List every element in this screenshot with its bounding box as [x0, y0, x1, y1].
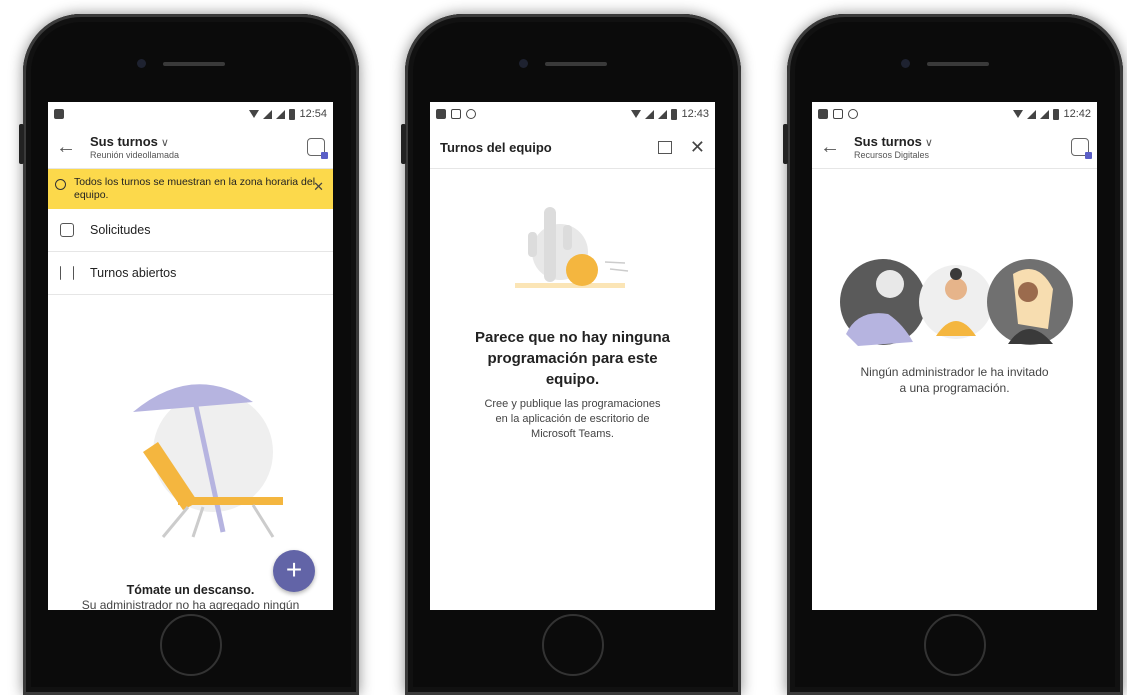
- facebook-icon: [818, 109, 828, 119]
- home-button[interactable]: [542, 614, 604, 676]
- close-banner-icon[interactable]: ✕: [313, 180, 324, 193]
- screen-no-invitation: 12:42 ← Sus turnos ∨ Recursos Digitales N…: [812, 102, 1097, 610]
- speaker: [545, 62, 607, 66]
- signal-icon: [645, 109, 655, 119]
- expand-icon[interactable]: [657, 140, 672, 154]
- banner-text: Todos los turnos se muestran en la zona …: [74, 176, 316, 201]
- front-camera: [519, 59, 528, 68]
- screen-your-shifts: 12:54 ← Sus turnos ∨ Reunión videollamada…: [48, 102, 333, 610]
- desert-illustration: [515, 207, 629, 288]
- people-illustration: [840, 259, 1073, 346]
- signal-icon: [263, 109, 273, 119]
- chevron-down-icon: ∨: [160, 137, 169, 149]
- requests-label: Solicitudes: [90, 223, 151, 237]
- beach-chair-illustration: [133, 384, 283, 538]
- battery-icon: [289, 108, 296, 120]
- status-bar: 12:42: [812, 102, 1097, 126]
- open-shifts-icon: [60, 266, 74, 280]
- app-bar: ← Sus turnos ∨ Reunión videollamada: [48, 126, 333, 169]
- open-shifts-label: Turnos abiertos: [90, 266, 177, 280]
- empty-body-2: a una programación.: [899, 381, 1010, 395]
- back-arrow-icon[interactable]: ←: [56, 136, 90, 159]
- globe-clock-icon: [55, 179, 66, 190]
- wifi-icon: [631, 110, 642, 118]
- wifi-icon: [1013, 110, 1024, 118]
- signal-icon: [1027, 109, 1037, 119]
- signal-icon: [276, 109, 286, 119]
- empty-body: Su administrador no ha agregado ningún: [81, 598, 300, 610]
- team-shifts-icon[interactable]: [1071, 138, 1092, 159]
- open-shifts-row[interactable]: Turnos abiertos: [48, 252, 333, 295]
- back-arrow-icon[interactable]: ←: [820, 136, 854, 159]
- speaker: [163, 62, 225, 66]
- close-icon[interactable]: ✕: [690, 137, 705, 158]
- status-time: 12:43: [681, 108, 709, 120]
- whatsapp-icon: [848, 109, 858, 119]
- front-camera: [137, 59, 146, 68]
- phone-3: 12:42 ← Sus turnos ∨ Recursos Digitales N…: [783, 14, 1123, 695]
- home-button[interactable]: [924, 614, 986, 676]
- status-time: 12:42: [1063, 108, 1091, 120]
- title-dropdown[interactable]: Sus turnos ∨ Reunión videollamada: [90, 134, 307, 160]
- screen-team-shifts: 12:43 Turnos del equipo ✕ Parece que no …: [430, 102, 715, 610]
- facebook-icon: [436, 109, 446, 119]
- empty-heading-3: equipo.: [545, 371, 600, 388]
- whatsapp-icon: [466, 109, 476, 119]
- page-title: Sus turnos: [854, 134, 922, 149]
- status-bar: 12:43: [430, 102, 715, 126]
- empty-body-3: Microsoft Teams.: [531, 428, 614, 440]
- title-dropdown[interactable]: Sus turnos ∨ Recursos Digitales: [854, 134, 1071, 160]
- requests-icon: [60, 223, 74, 237]
- team-shifts-icon[interactable]: [307, 138, 328, 159]
- app-bar: ← Sus turnos ∨ Recursos Digitales: [812, 126, 1097, 169]
- app-bar: Turnos del equipo ✕: [430, 126, 715, 169]
- signal-icon: [1040, 109, 1050, 119]
- image-icon: [451, 109, 461, 119]
- team-name: Reunión videollamada: [90, 150, 180, 160]
- status-time: 12:54: [299, 108, 327, 120]
- phone-2: 12:43 Turnos del equipo ✕ Parece que no …: [401, 14, 741, 695]
- empty-heading-2: programación para este: [487, 350, 658, 367]
- empty-heading-1: Parece que no hay ninguna: [474, 329, 671, 346]
- empty-body-1: Cree y publique las programaciones: [484, 398, 661, 410]
- phone-1: 12:54 ← Sus turnos ∨ Reunión videollamada…: [19, 14, 359, 695]
- page-title: Sus turnos: [90, 134, 158, 149]
- battery-icon: [671, 108, 678, 120]
- requests-row[interactable]: Solicitudes: [48, 209, 333, 252]
- wifi-icon: [249, 110, 260, 118]
- battery-icon: [1053, 108, 1060, 120]
- timezone-banner: Todos los turnos se muestran en la zona …: [48, 169, 333, 209]
- front-camera: [901, 59, 910, 68]
- chevron-down-icon: ∨: [924, 137, 933, 149]
- speaker: [927, 62, 989, 66]
- empty-body-2: en la aplicación de escritorio de: [495, 413, 650, 425]
- home-button[interactable]: [160, 614, 222, 676]
- status-bar: 12:54: [48, 102, 333, 126]
- facebook-icon: [54, 109, 64, 119]
- team-name: Recursos Digitales: [854, 150, 930, 160]
- image-icon: [833, 109, 843, 119]
- empty-body-1: Ningún administrador le ha invitado: [860, 365, 1049, 379]
- signal-icon: [658, 109, 668, 119]
- page-title: Turnos del equipo: [440, 139, 552, 155]
